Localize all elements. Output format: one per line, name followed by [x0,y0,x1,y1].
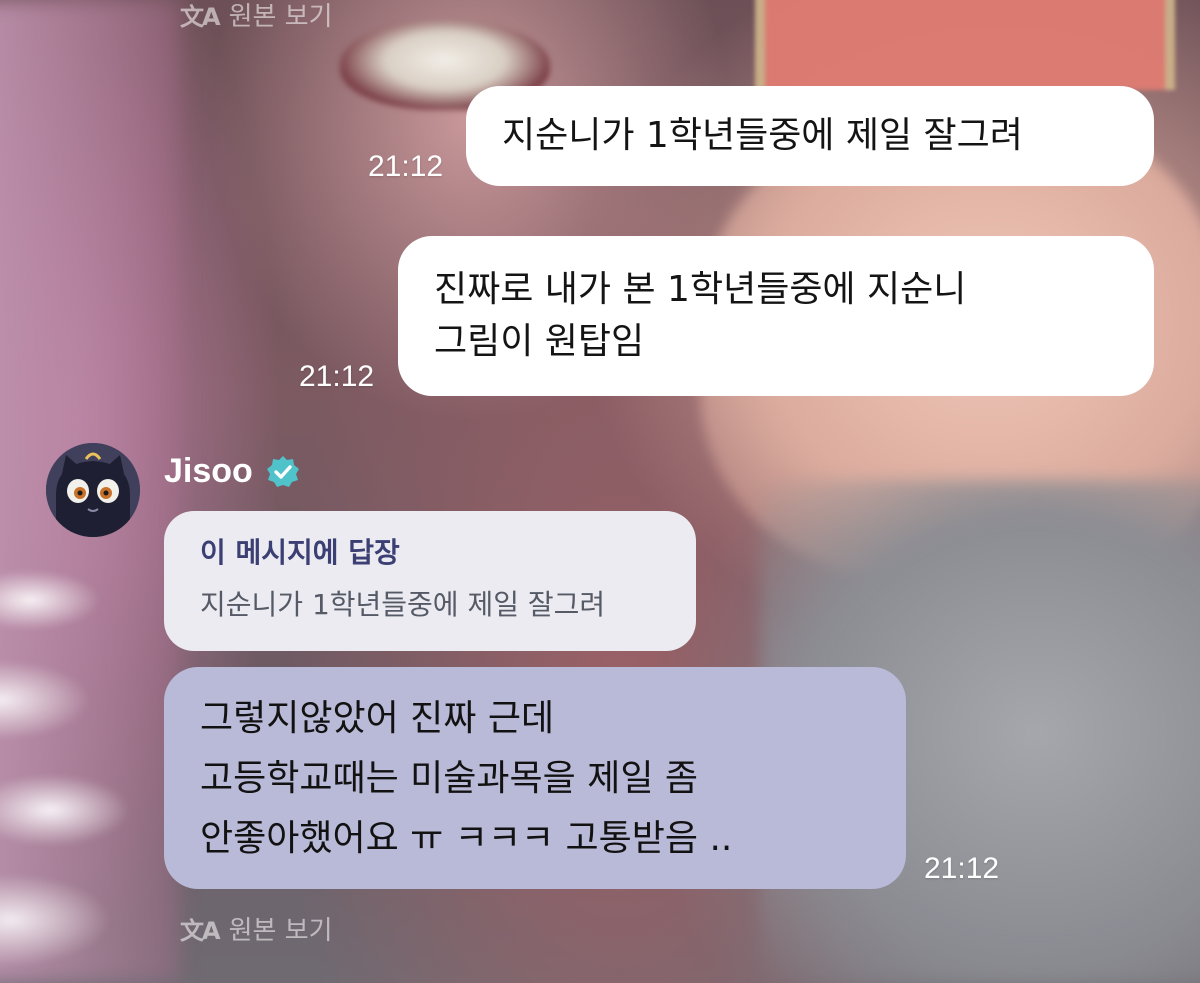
artist-message-bubble[interactable]: 그렇지않았어 진짜 근데 고등학교때는 미술과목을 제일 좀 안좋아했어요 ㅠ … [164,667,906,889]
translate-icon: 文A [180,917,221,945]
background-phone [755,0,1175,90]
sent-message-bubble[interactable]: 진짜로 내가 본 1학년들중에 지순니 그림이 원탑임 [398,236,1154,396]
verified-badge-icon [266,455,299,487]
view-original-bottom[interactable]: 文A 원본 보기 [180,910,333,947]
reply-title: 이 메시지에 답장 [200,536,400,569]
message-time: 21:12 [299,360,375,393]
view-original-label: 원본 보기 [228,2,333,32]
black-cat-avatar-icon [46,443,140,537]
background-flower [0,520,180,980]
translate-icon: 文A [180,3,221,31]
message-time: 21:12 [368,150,444,183]
view-original-label: 원본 보기 [228,916,333,946]
message-time: 21:12 [924,852,1000,885]
view-original-top[interactable]: 文A 원본 보기 [180,0,333,33]
reply-preview-card[interactable]: 이 메시지에 답장 지순니가 1학년들중에 제일 잘그려 [164,511,696,651]
message-text-line: 고등학교때는 미술과목을 제일 좀 [200,758,699,799]
message-text-line: 그렇지않았어 진짜 근데 [200,698,555,739]
sent-message-bubble[interactable]: 지순니가 1학년들중에 제일 잘그려 [466,86,1154,186]
message-text: 지순니가 1학년들중에 제일 잘그려 [502,115,1023,156]
message-text-line: 진짜로 내가 본 1학년들중에 지순니 [434,269,967,310]
artist-avatar[interactable] [46,443,140,537]
reply-quoted-text: 지순니가 1학년들중에 제일 잘그려 [200,588,606,621]
artist-name[interactable]: Jisoo [164,452,253,491]
artist-header: Jisoo [164,452,301,491]
message-text-line: 안좋아했어요 ㅠ ㅋㅋㅋ 고통받음 .. [200,818,733,859]
message-text-line: 그림이 원탑임 [434,321,645,362]
